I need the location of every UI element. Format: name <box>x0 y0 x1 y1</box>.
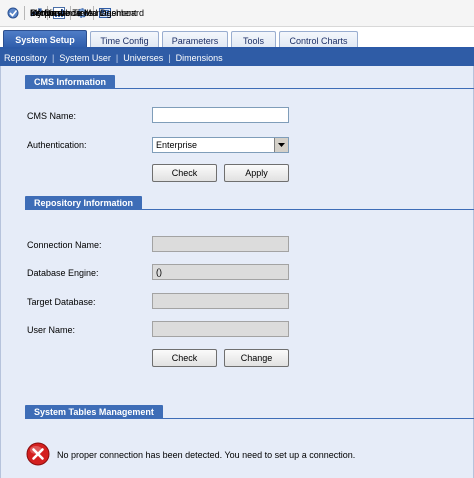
authentication-select[interactable]: Enterprise <box>152 137 289 153</box>
repository-check-button[interactable]: Check <box>152 349 217 367</box>
cms-apply-button[interactable]: Apply <box>224 164 289 182</box>
subnav-universes[interactable]: Universes <box>123 53 163 63</box>
infoview-icon <box>7 7 19 19</box>
repository-section-title: Repository Information <box>25 196 143 210</box>
connection-name-label: Connection Name: <box>27 240 102 250</box>
section-rule <box>115 88 474 89</box>
subnav-dimensions[interactable]: Dimensions <box>176 53 223 63</box>
authentication-label: Authentication: <box>27 140 87 150</box>
subnav-separator: | <box>52 52 55 63</box>
database-engine-label: Database Engine: <box>27 268 99 278</box>
chevron-down-icon[interactable] <box>274 138 288 152</box>
tab-bar: System Setup Time Config Parameters Tool… <box>0 27 474 49</box>
target-database-field <box>152 293 289 309</box>
repository-change-button[interactable]: Change <box>224 349 289 367</box>
cms-section-header: CMS Information <box>25 75 474 89</box>
top-toolbar: InfoView Performance Management My Dashb… <box>0 0 474 27</box>
user-name-field <box>152 321 289 337</box>
target-database-label: Target Database: <box>27 297 96 307</box>
corporate-dashboard-label: Corporate Tiered Dashboard <box>30 8 145 18</box>
system-tables-section-header: System Tables Management <box>25 405 474 419</box>
subnav-separator: | <box>115 52 119 63</box>
cms-name-label: CMS Name: <box>27 111 77 121</box>
cms-section-title: CMS Information <box>25 75 115 89</box>
system-tables-section-title: System Tables Management <box>25 405 163 419</box>
cms-check-button[interactable]: Check <box>152 164 217 182</box>
section-rule <box>162 418 474 419</box>
authentication-value: Enterprise <box>156 140 198 150</box>
connection-name-field <box>152 236 289 252</box>
connection-error: No proper connection has been detected. … <box>26 442 355 468</box>
user-name-label: User Name: <box>27 325 76 335</box>
toolbar-divider <box>24 6 25 20</box>
section-rule <box>142 209 474 210</box>
error-icon <box>26 442 50 468</box>
repository-section-header: Repository Information <box>25 196 474 210</box>
sub-navigation: Repository | System User | Universes | D… <box>0 49 474 66</box>
infoview-link[interactable]: InfoView <box>4 2 64 24</box>
subnav-repository[interactable]: Repository <box>4 53 47 63</box>
subnav-separator: | <box>168 52 171 63</box>
database-engine-field <box>152 264 289 280</box>
subnav-system-user[interactable]: System User <box>59 53 111 63</box>
corporate-dashboard-link[interactable]: Corporate Tiered Dashboard <box>30 2 144 24</box>
error-message: No proper connection has been detected. … <box>57 450 356 460</box>
cms-name-input[interactable] <box>152 107 289 123</box>
